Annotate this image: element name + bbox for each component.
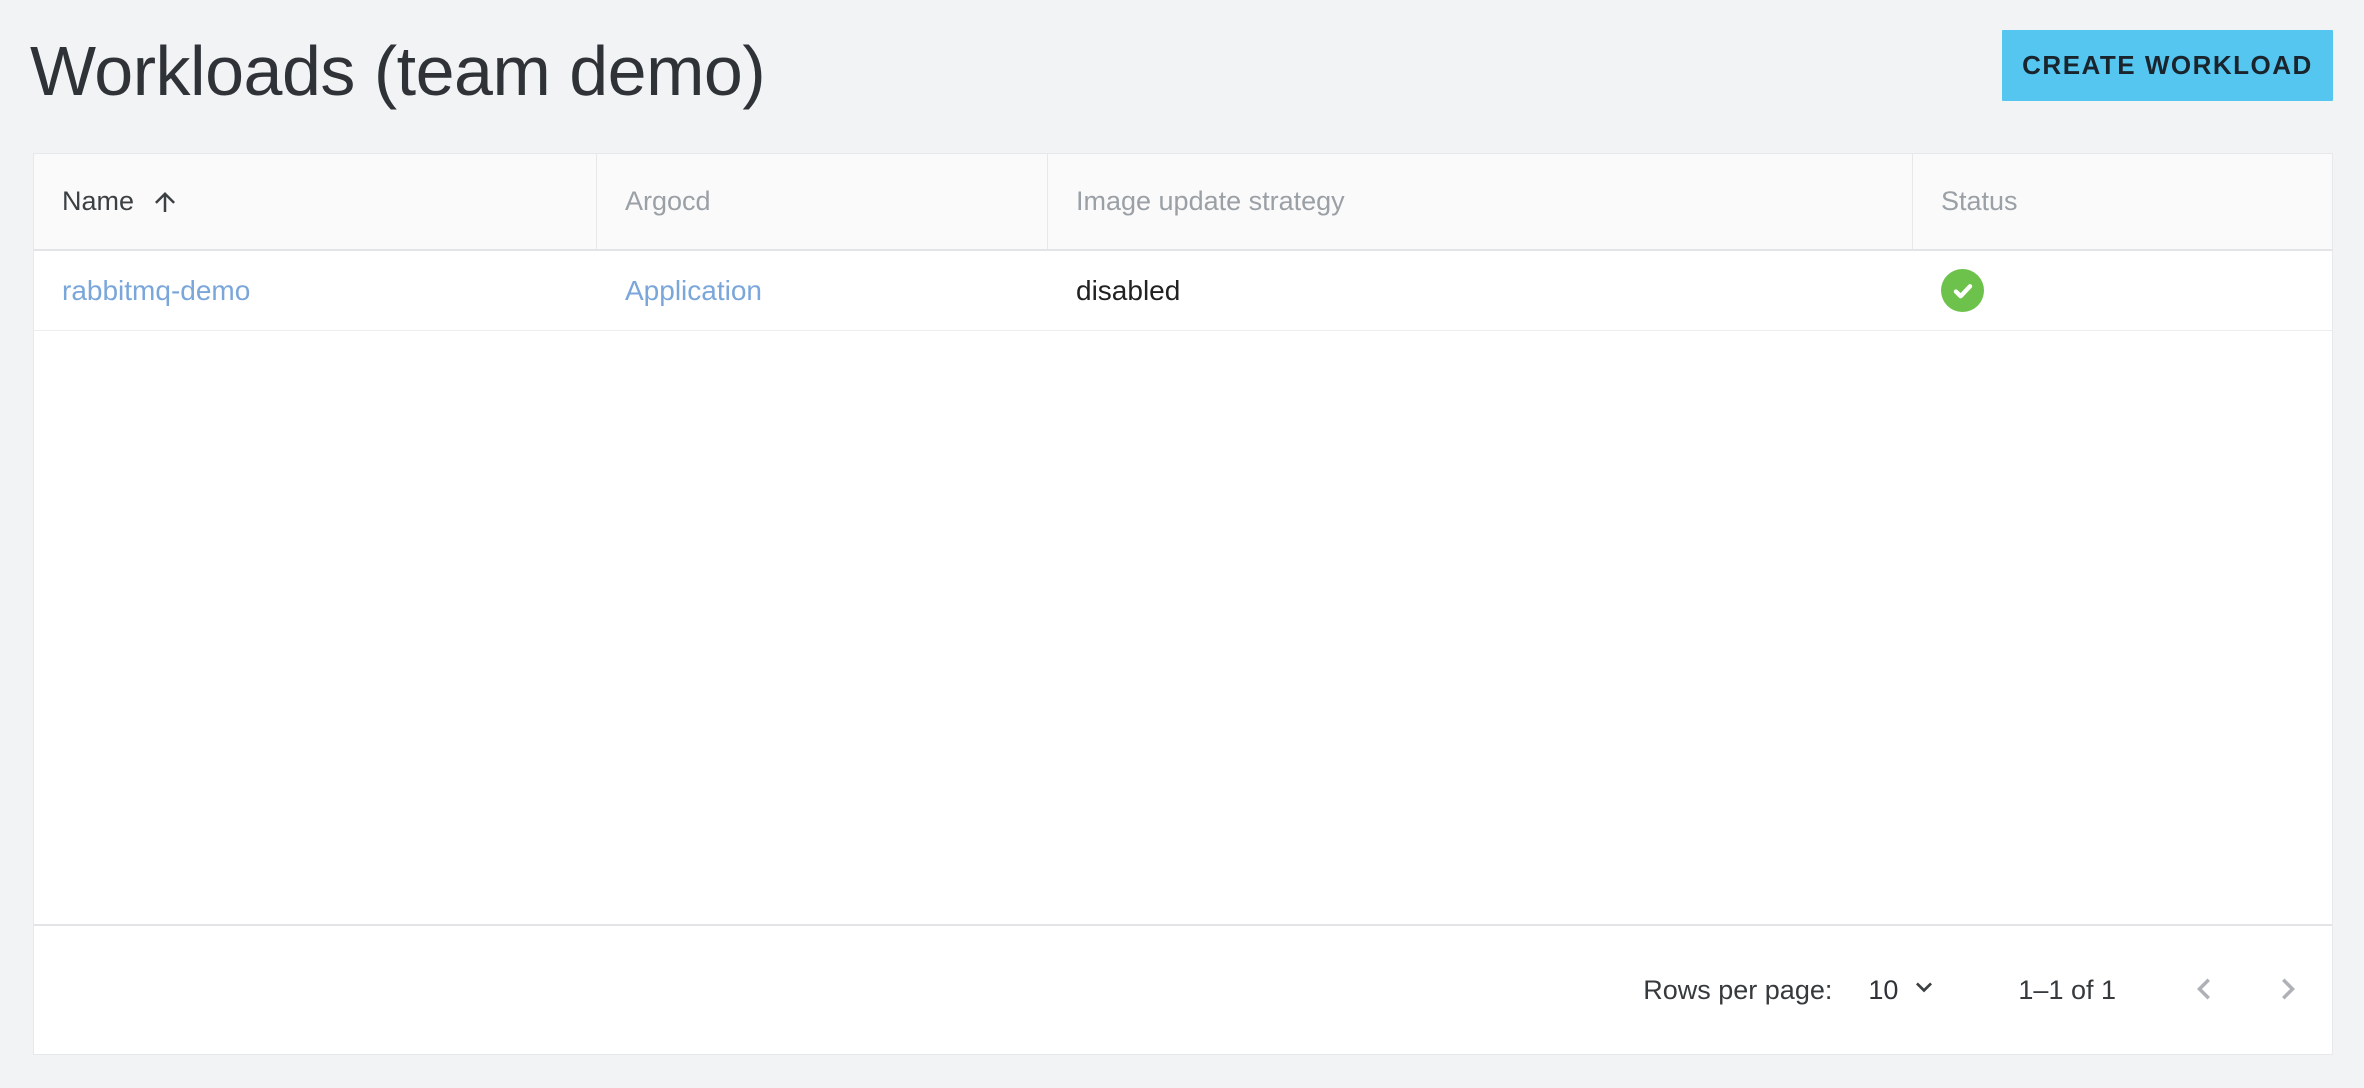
previous-page-button[interactable] (2182, 968, 2226, 1012)
page-title: Workloads (team demo) (30, 30, 765, 113)
column-header-status-label: Status (1941, 186, 2018, 217)
column-header-name[interactable]: Name (34, 154, 597, 249)
cell-argocd: Application (597, 251, 1048, 330)
table-row: rabbitmq-demo Application disabled (34, 251, 2332, 331)
next-page-button[interactable] (2266, 968, 2310, 1012)
chevron-right-icon (2267, 968, 2309, 1013)
table-empty-area (34, 331, 2332, 924)
rows-per-page-label: Rows per page: (1643, 975, 1832, 1006)
workloads-page: Workloads (team demo) CREATE WORKLOAD Na… (0, 0, 2364, 1088)
cell-status (1913, 251, 2332, 330)
column-header-name-label: Name (62, 186, 134, 217)
page-header: Workloads (team demo) CREATE WORKLOAD (0, 0, 2364, 153)
rows-per-page-select[interactable]: 10 (1868, 971, 1940, 1010)
workloads-table-card: Name Argocd Image update strategy Status… (33, 153, 2333, 1055)
chevron-left-icon (2183, 968, 2225, 1013)
cell-image-update-strategy: disabled (1048, 251, 1913, 330)
pagination-bar: Rows per page: 10 1–1 of 1 (34, 924, 2332, 1054)
rows-per-page-value: 10 (1868, 975, 1898, 1006)
column-header-argocd: Argocd (597, 154, 1048, 249)
cell-name: rabbitmq-demo (34, 251, 597, 330)
pagination-range-label: 1–1 of 1 (2018, 975, 2116, 1006)
chevron-down-icon (1908, 971, 1940, 1010)
column-header-image-update-strategy-label: Image update strategy (1076, 186, 1345, 217)
column-header-status: Status (1913, 154, 2332, 249)
create-workload-button[interactable]: CREATE WORKLOAD (2002, 30, 2333, 101)
table-header-row: Name Argocd Image update strategy Status (34, 154, 2332, 251)
argocd-application-link[interactable]: Application (625, 275, 762, 307)
sort-ascending-icon (150, 187, 180, 217)
pager-nav (2182, 968, 2310, 1012)
workload-name-link[interactable]: rabbitmq-demo (62, 275, 250, 307)
column-header-image-update-strategy: Image update strategy (1048, 154, 1913, 249)
column-header-argocd-label: Argocd (625, 186, 711, 217)
check-circle-icon (1941, 269, 1984, 312)
